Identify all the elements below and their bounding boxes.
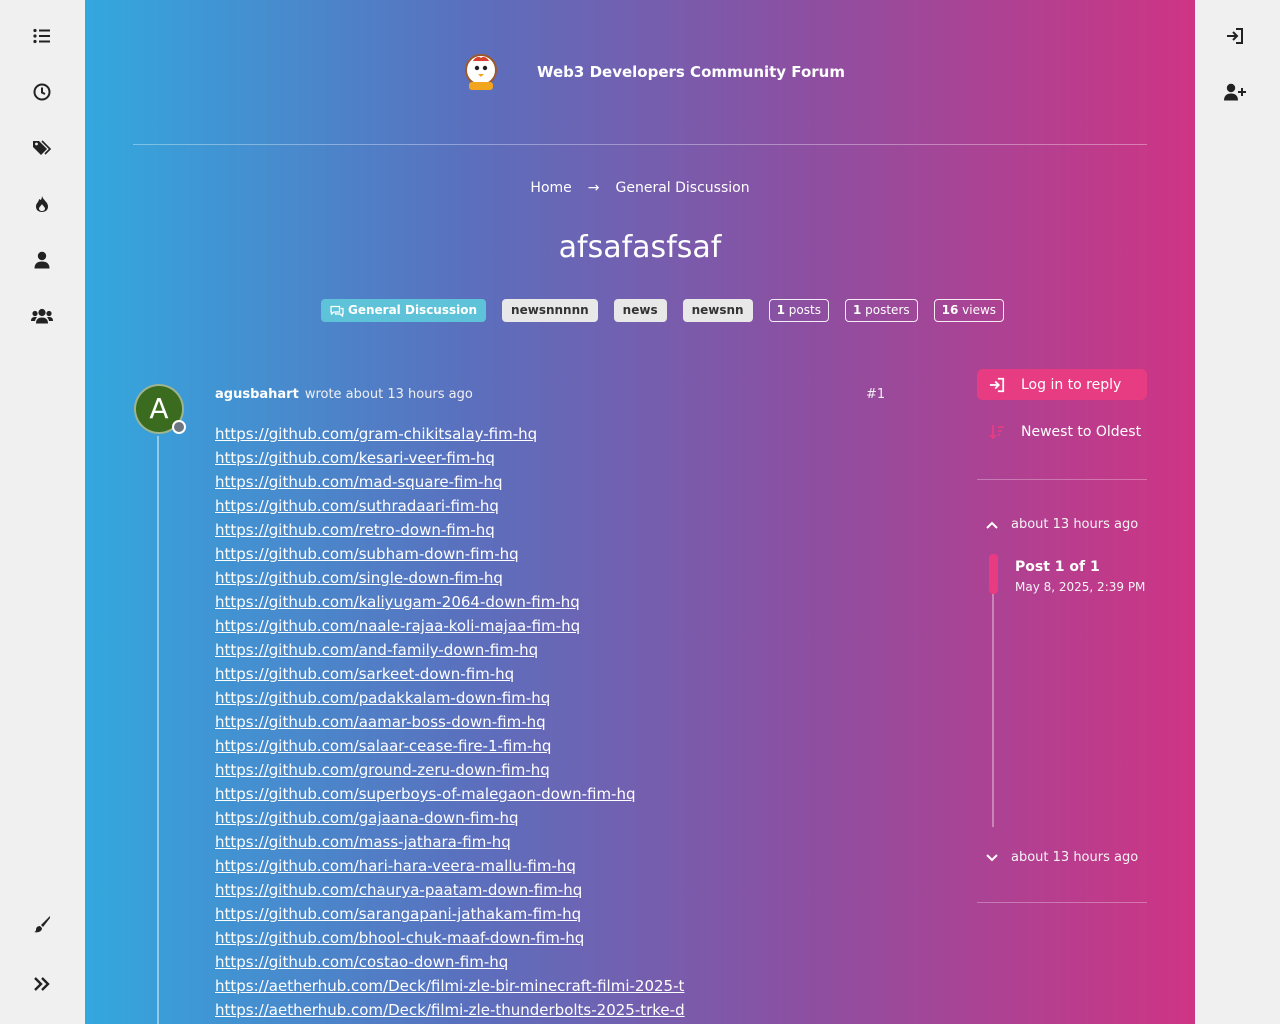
brush-icon[interactable] — [30, 912, 54, 936]
post-link[interactable]: https://aetherhub.com/Deck/filmi-zle-thu… — [215, 998, 685, 1022]
post-link[interactable]: https://github.com/salaar-cease-fire-1-f… — [215, 734, 685, 758]
post-link[interactable]: https://github.com/gram-chikitsalay-fim-… — [215, 422, 685, 446]
post-author[interactable]: agusbahart — [215, 387, 299, 402]
timeline-bottom-label: about 13 hours ago — [1011, 850, 1139, 865]
timeline-divider-bottom — [977, 902, 1147, 903]
login-icon[interactable] — [1223, 24, 1247, 48]
list-icon[interactable] — [30, 24, 54, 48]
brand-logo — [465, 54, 497, 90]
topic-title: afsafasfsaf — [558, 230, 722, 265]
post-meta: agusbahart wrote about 13 hours ago — [215, 387, 473, 402]
left-sidebar — [0, 0, 85, 1024]
category-label: General Discussion — [348, 303, 478, 317]
brand[interactable]: Web3 Developers Community Forum — [463, 50, 845, 94]
posters-count: 1 — [852, 303, 862, 317]
post-link[interactable]: https://github.com/kesari-veer-fim-hq — [215, 446, 685, 470]
breadcrumb-category[interactable]: General Discussion — [616, 180, 750, 196]
chevron-down-icon — [986, 853, 998, 861]
post-link[interactable]: https://github.com/mass-jathara-fim-hq — [215, 830, 685, 854]
post-link[interactable]: https://github.com/suthradaari-fim-hq — [215, 494, 685, 518]
post-link[interactable]: https://github.com/single-down-fim-hq — [215, 566, 685, 590]
thread-line — [157, 436, 159, 1024]
main-content: Web3 Developers Community Forum Home → Gen… — [85, 0, 1195, 1024]
breadcrumb-separator: → — [587, 180, 600, 196]
post-content: https://github.com/gram-chikitsalay-fim-… — [215, 422, 685, 1022]
timeline-bottom[interactable]: about 13 hours ago — [985, 850, 1138, 865]
posters-stat: 1 posters — [844, 299, 918, 322]
category-badge[interactable]: General Discussion — [321, 299, 487, 322]
timeline-handle[interactable] — [989, 554, 998, 594]
reply-label: Log in to reply — [1021, 376, 1122, 393]
clock-icon[interactable] — [30, 80, 54, 104]
timeline-divider-top — [977, 479, 1147, 480]
sort-button[interactable]: Newest to Oldest — [977, 418, 1147, 446]
timeline-track[interactable] — [992, 555, 994, 827]
posts-label: posts — [788, 303, 821, 317]
expand-icon[interactable] — [30, 972, 54, 996]
views-label: views — [962, 303, 997, 317]
header-divider — [133, 144, 1147, 145]
post-link[interactable]: https://github.com/aamar-boss-down-fim-h… — [215, 710, 685, 734]
post-link[interactable]: https://github.com/naale-rajaa-koli-maja… — [215, 614, 685, 638]
sort-label: Newest to Oldest — [1021, 424, 1142, 440]
post-link[interactable]: https://github.com/mad-square-fim-hq — [215, 470, 685, 494]
posts-stat: 1 posts — [768, 299, 829, 322]
views-count: 16 — [941, 303, 959, 317]
tag-item[interactable]: news — [613, 299, 667, 322]
fire-icon[interactable] — [30, 192, 54, 216]
post-link[interactable]: https://github.com/sarangapani-jathakam-… — [215, 902, 685, 926]
breadcrumb-home[interactable]: Home — [530, 180, 571, 196]
timeline-top[interactable]: about 13 hours ago — [985, 517, 1138, 532]
post-link[interactable]: https://github.com/kaliyugam-2064-down-f… — [215, 590, 685, 614]
post-link[interactable]: https://aetherhub.com/Deck/filmi-zle-bir… — [215, 974, 685, 998]
site-title[interactable]: Web3 Developers Community Forum — [537, 63, 845, 81]
login-to-reply-button[interactable]: Log in to reply — [977, 369, 1147, 400]
post-link[interactable]: https://github.com/ground-zeru-down-fim-… — [215, 758, 685, 782]
post-link[interactable]: https://github.com/hari-hara-veera-mallu… — [215, 854, 685, 878]
post-link[interactable]: https://github.com/sarkeet-down-fim-hq — [215, 662, 685, 686]
comments-icon — [330, 305, 344, 317]
tag-item[interactable]: newsnn — [682, 299, 753, 322]
post-link[interactable]: https://github.com/gajaana-down-fim-hq — [215, 806, 685, 830]
views-stat: 16 views — [933, 299, 1005, 322]
post-link[interactable]: https://github.com/subham-down-fim-hq — [215, 542, 685, 566]
tags-icon[interactable] — [30, 136, 54, 160]
sort-icon — [989, 425, 1004, 440]
tag-item[interactable]: newsnnnnn — [502, 299, 598, 322]
status-indicator — [172, 420, 186, 434]
post-link[interactable]: https://github.com/chaurya-paatam-down-f… — [215, 878, 685, 902]
chevron-up-icon — [986, 521, 998, 529]
breadcrumb: Home → General Discussion — [85, 180, 1195, 196]
post-link[interactable]: https://github.com/costao-down-fim-hq — [215, 950, 685, 974]
login-icon — [989, 377, 1005, 392]
post-timestamp[interactable]: wrote about 13 hours ago — [305, 387, 473, 402]
register-icon[interactable] — [1223, 80, 1247, 104]
post-link[interactable]: https://github.com/and-family-down-fim-h… — [215, 638, 685, 662]
timeline-top-label: about 13 hours ago — [1011, 517, 1139, 532]
right-sidebar — [1195, 0, 1280, 1024]
post-link[interactable]: https://github.com/padakkalam-down-fim-h… — [215, 686, 685, 710]
post-index[interactable]: #1 — [866, 387, 885, 402]
posts-count: 1 — [776, 303, 785, 317]
topic-tags: General Discussion newsnnnnn news newsnn… — [321, 299, 1005, 322]
post-link[interactable]: https://github.com/superboys-of-malegaon… — [215, 782, 685, 806]
user-icon[interactable] — [30, 248, 54, 272]
post-link[interactable]: https://github.com/retro-down-fim-hq — [215, 518, 685, 542]
posters-label: posters — [865, 303, 910, 317]
post-link[interactable]: https://github.com/bhool-chuk-maaf-down-… — [215, 926, 685, 950]
timeline-date: May 8, 2025, 2:39 PM — [1015, 580, 1146, 594]
users-icon[interactable] — [30, 304, 54, 328]
timeline-position: Post 1 of 1 — [1015, 559, 1100, 575]
